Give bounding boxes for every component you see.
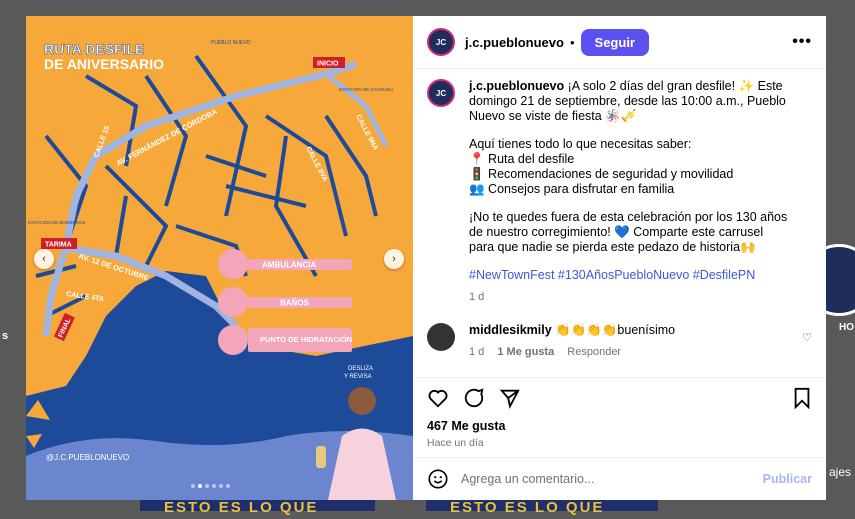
caption-username[interactable]: j.c.pueblonuevo: [469, 79, 564, 93]
map-title-line1: RUTA DESFILE: [44, 41, 144, 57]
caption-avatar[interactable]: JC: [427, 79, 455, 107]
comment-input[interactable]: Agrega un comentario...: [461, 472, 594, 486]
caption-item-family: 👥 Consejos para disfrutar en familia: [469, 182, 675, 196]
caption-paragraph-3: ¡No te quedes fuera de esta celebración …: [469, 210, 788, 254]
comment-reply-button[interactable]: Responder: [567, 346, 621, 358]
map-brand-tag: PUEBLO NUEVO: [211, 40, 251, 46]
likes-count[interactable]: 467 Me gusta: [427, 419, 812, 433]
previous-slide-button[interactable]: ‹: [34, 249, 54, 269]
caption-time: 1 d: [469, 291, 485, 303]
comment-likes[interactable]: 1 Me gusta: [497, 346, 554, 358]
next-slide-button[interactable]: ›: [384, 249, 404, 269]
label-estacion: ESTACIÓN DE GASOLINA: [339, 86, 393, 92]
comment-composer: Agrega un comentario... Publicar: [413, 457, 826, 500]
svg-text:AMBULANCIA: AMBULANCIA: [262, 261, 316, 270]
post-header: JC j.c.pueblonuevo • Seguir •••: [413, 16, 826, 69]
caption-hashtags[interactable]: #NewTownFest #130AñosPuebloNuevo #Desfil…: [469, 268, 789, 283]
comment-like-heart-icon[interactable]: ♡: [802, 331, 812, 358]
parade-route-map: RUTA DESFILE DE ANIVERSARIO PUEBLO NUEVO…: [26, 16, 413, 500]
swipe-hint-2: Y REVISA: [344, 374, 372, 380]
swipe-hint-1: DESLIZA: [348, 366, 373, 372]
svg-text:BAÑOS: BAÑOS: [280, 299, 310, 308]
background-side-text-right-2: ajes: [829, 465, 852, 479]
svg-text:PUNTO DE HIDRATACIÓN: PUNTO DE HIDRATACIÓN: [260, 335, 352, 344]
publish-button[interactable]: Publicar: [763, 472, 812, 486]
comment-bubble-icon[interactable]: [463, 387, 485, 409]
carousel-dot-active: [198, 484, 202, 488]
map-title-line2: DE ANIVERSARIO: [44, 56, 164, 72]
post-actions: 467 Me gusta Hace un día: [413, 377, 826, 449]
post-image: RUTA DESFILE DE ANIVERSARIO PUEBLO NUEVO…: [26, 16, 413, 500]
comment-avatar[interactable]: [427, 323, 455, 351]
label-inicio: INICIO: [317, 61, 339, 68]
label-tarima: TARIMA: [45, 242, 72, 249]
carousel-dot: [205, 484, 209, 488]
background-side-text: s: [2, 330, 9, 342]
caption-item-safety: 🚦 Recomendaciones de seguridad y movilid…: [469, 167, 734, 181]
post-handle: @J.C.PUEBLONUEVO: [46, 453, 129, 462]
comment-time: 1 d: [469, 346, 485, 358]
follow-button[interactable]: Seguir: [580, 28, 649, 56]
post-modal: RUTA DESFILE DE ANIVERSARIO PUEBLO NUEVO…: [26, 16, 826, 500]
background-strip-text: ESTO ES LO QUE: [164, 499, 319, 516]
label-estacion-bomberos: ESTACIÓN DE BOMBEROS: [28, 219, 85, 225]
save-bookmark-icon[interactable]: [792, 387, 812, 409]
header-separator: •: [569, 34, 575, 50]
header-username[interactable]: j.c.pueblonuevo: [465, 35, 564, 50]
caption: JC j.c.pueblonuevo ¡A solo 2 días del gr…: [427, 79, 812, 305]
comments-area[interactable]: JC j.c.pueblonuevo ¡A solo 2 días del gr…: [413, 69, 826, 377]
comment-item: middlesikmily 👏👏👏👏buenísimo 1 d 1 Me gus…: [427, 323, 812, 358]
carousel-dots: [191, 484, 230, 488]
caption-intro: Aquí tienes todo lo que necesitas saber:: [469, 137, 692, 151]
share-send-icon[interactable]: [499, 387, 521, 409]
caption-item-route: 📍 Ruta del desfile: [469, 152, 575, 166]
background-side-text-right: HO: [839, 322, 854, 333]
like-heart-icon[interactable]: [427, 387, 449, 409]
carousel-dot: [191, 484, 195, 488]
carousel-dot: [226, 484, 230, 488]
comment-username[interactable]: middlesikmily: [469, 323, 552, 337]
carousel-dot: [212, 484, 216, 488]
background-strip-text-2: ESTO ES LO QUE: [450, 499, 605, 516]
legend-hidratacion: PUNTO DE HIDRATACIÓN: [218, 325, 352, 355]
carousel-dot: [219, 484, 223, 488]
post-panel: JC j.c.pueblonuevo • Seguir ••• JC j.c.p…: [413, 16, 826, 500]
comment-text: 👏👏👏👏buenísimo: [555, 323, 676, 337]
more-options-icon[interactable]: •••: [792, 33, 812, 51]
emoji-icon[interactable]: [427, 468, 449, 490]
post-time: Hace un día: [427, 437, 484, 449]
avatar[interactable]: JC: [427, 28, 455, 56]
